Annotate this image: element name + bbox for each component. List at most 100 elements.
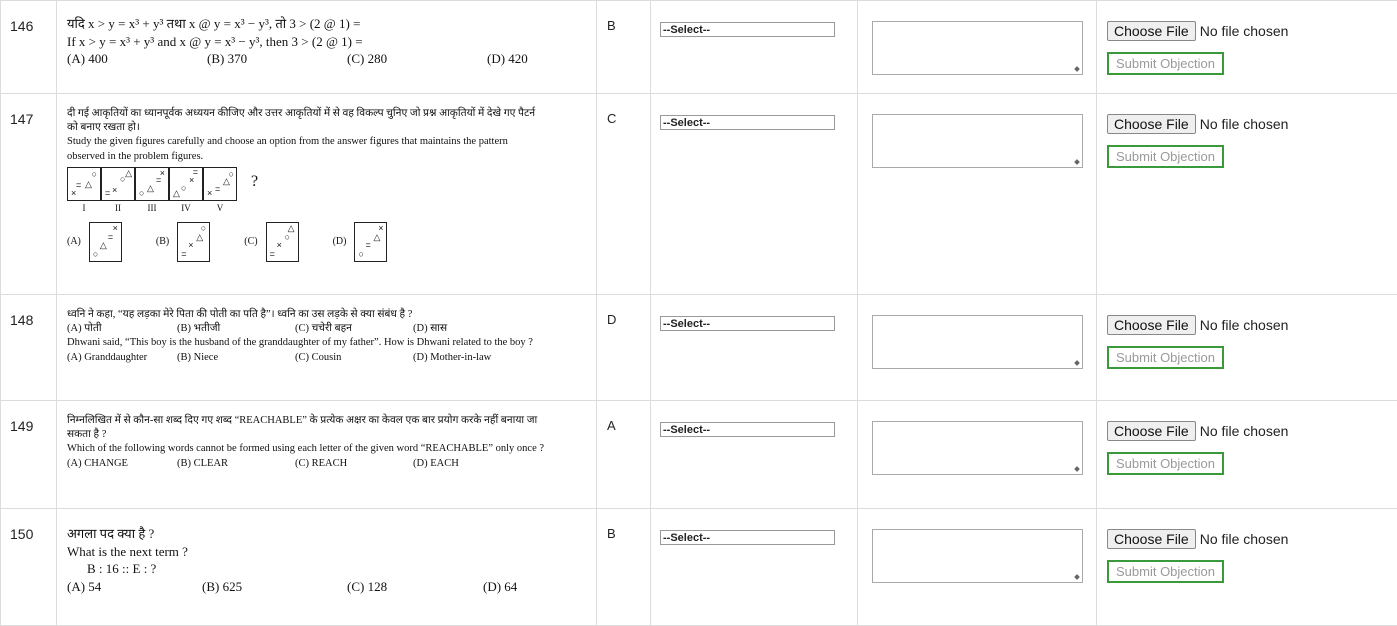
options: (A) CHANGE (B) CLEAR (C) REACH (D) EACH bbox=[67, 457, 588, 471]
file-status: No file chosen bbox=[1200, 23, 1289, 39]
option-d: (D) 420 bbox=[487, 50, 528, 68]
question-text: दी गई आकृतियों का ध्यानपूर्वक अध्ययन कीज… bbox=[57, 94, 596, 268]
choose-file-button[interactable]: Choose File bbox=[1107, 114, 1196, 134]
option-c: (C) चचेरी बहन bbox=[295, 322, 413, 336]
question-number: 146 bbox=[1, 1, 56, 34]
remark-textarea[interactable] bbox=[872, 114, 1083, 168]
problem-figure: ×=△○ bbox=[203, 167, 237, 201]
file-status: No file chosen bbox=[1200, 423, 1289, 439]
options: (A) 54 (B) 625 (C) 128 (D) 64 bbox=[67, 578, 588, 596]
question-number: 147 bbox=[1, 94, 56, 127]
answer-key: B bbox=[597, 1, 650, 33]
file-input[interactable]: Choose File No file chosen bbox=[1107, 529, 1397, 549]
choose-file-button[interactable]: Choose File bbox=[1107, 21, 1196, 41]
file-input[interactable]: Choose File No file chosen bbox=[1107, 315, 1397, 335]
problem-figures: ×=△○ =×○△ ○△=× △○×= ×=△○ ? bbox=[67, 167, 588, 201]
question-text: यदि x > y = x³ + y³ तथा x @ y = x³ − y³,… bbox=[57, 1, 596, 74]
question-english: Study the given figures carefully and ch… bbox=[67, 135, 547, 163]
option-b: (B) भतीजी bbox=[177, 322, 295, 336]
option-a: (A) Granddaughter bbox=[67, 351, 177, 365]
answer-figure: ○=△× bbox=[354, 222, 387, 262]
answer-figure: =×○△ bbox=[266, 222, 299, 262]
answer-key: D bbox=[597, 295, 650, 327]
figure-label: I bbox=[67, 202, 101, 214]
option-c: (C) Cousin bbox=[295, 351, 413, 365]
question-english: If x > y = x³ + y³ and x @ y = x³ − y³, … bbox=[67, 33, 588, 51]
option-b: (B) 625 bbox=[202, 578, 347, 596]
question-text: ध्वनि ने कहा, “यह लड़का मेरे पिता की पोत… bbox=[57, 295, 596, 371]
option-d: (D) EACH bbox=[413, 457, 459, 471]
objection-table: 146 यदि x > y = x³ + y³ तथा x @ y = x³ −… bbox=[0, 0, 1397, 626]
choose-file-button[interactable]: Choose File bbox=[1107, 315, 1196, 335]
figure-label: IV bbox=[169, 202, 203, 214]
remark-textarea[interactable] bbox=[872, 21, 1083, 75]
submit-objection-button[interactable]: Submit Objection bbox=[1107, 145, 1224, 168]
option-a: (A) CHANGE bbox=[67, 457, 177, 471]
question-hindi: अगला पद क्या है ? bbox=[67, 525, 588, 543]
figure-label: III bbox=[135, 202, 169, 214]
remark-textarea[interactable] bbox=[872, 421, 1083, 475]
option-a: (A) 400 bbox=[67, 50, 207, 68]
option-b: (B) 370 bbox=[207, 50, 347, 68]
figure-labels: I II III IV V bbox=[67, 202, 588, 214]
option-a: (A) 54 bbox=[67, 578, 202, 596]
remark-textarea[interactable] bbox=[872, 315, 1083, 369]
question-hindi: दी गई आकृतियों का ध्यानपूर्वक अध्ययन कीज… bbox=[67, 107, 547, 135]
answer-figure: =×△○ bbox=[177, 222, 210, 262]
options: (A) 400 (B) 370 (C) 280 (D) 420 bbox=[67, 50, 588, 68]
option-c: (C) 128 bbox=[347, 578, 483, 596]
question-mark: ? bbox=[251, 171, 258, 193]
question-text: अगला पद क्या है ? What is the next term … bbox=[57, 509, 596, 601]
option-b: (B) CLEAR bbox=[177, 457, 295, 471]
choose-file-button[interactable]: Choose File bbox=[1107, 421, 1196, 441]
question-hindi: ध्वनि ने कहा, “यह लड़का मेरे पिता की पोत… bbox=[67, 308, 588, 322]
resize-grip-icon[interactable] bbox=[1074, 66, 1080, 72]
option-b: (B) Niece bbox=[177, 351, 295, 365]
remark-textarea[interactable] bbox=[872, 529, 1083, 583]
answer-label: (C) bbox=[244, 235, 257, 249]
file-status: No file chosen bbox=[1200, 116, 1289, 132]
objection-select[interactable]: --Select-- bbox=[660, 422, 835, 437]
submit-objection-button[interactable]: Submit Objection bbox=[1107, 52, 1224, 75]
question-series: B : 16 :: E : ? bbox=[67, 560, 588, 578]
question-number: 148 bbox=[1, 295, 56, 328]
objection-select[interactable]: --Select-- bbox=[660, 316, 835, 331]
question-english: Dhwani said, “This boy is the husband of… bbox=[67, 336, 547, 350]
table-row: 149 निम्नलिखित में से कौन-सा शब्द दिए गए… bbox=[1, 401, 1397, 509]
question-number: 149 bbox=[1, 401, 56, 434]
resize-grip-icon[interactable] bbox=[1074, 159, 1080, 165]
choose-file-button[interactable]: Choose File bbox=[1107, 529, 1196, 549]
question-text: निम्नलिखित में से कौन-सा शब्द दिए गए शब्… bbox=[57, 401, 596, 477]
table-row: 148 ध्वनि ने कहा, “यह लड़का मेरे पिता की… bbox=[1, 295, 1397, 401]
answer-figure: ○△=× bbox=[89, 222, 122, 262]
objection-select[interactable]: --Select-- bbox=[660, 115, 835, 130]
file-input[interactable]: Choose File No file chosen bbox=[1107, 21, 1397, 41]
answer-figures: (A) ○△=× (B) =×△○ (C) =×○△ (D) ○=△× bbox=[67, 222, 588, 262]
submit-objection-button[interactable]: Submit Objection bbox=[1107, 346, 1224, 369]
table-row: 150 अगला पद क्या है ? What is the next t… bbox=[1, 509, 1397, 626]
problem-figure: ×=△○ bbox=[67, 167, 101, 201]
submit-objection-button[interactable]: Submit Objection bbox=[1107, 452, 1224, 475]
figure-label: V bbox=[203, 202, 237, 214]
answer-key: A bbox=[597, 401, 650, 433]
answer-key: B bbox=[597, 509, 650, 541]
resize-grip-icon[interactable] bbox=[1074, 360, 1080, 366]
option-d: (D) Mother-in-law bbox=[413, 351, 491, 365]
question-number: 150 bbox=[1, 509, 56, 542]
problem-figure: △○×= bbox=[169, 167, 203, 201]
resize-grip-icon[interactable] bbox=[1074, 466, 1080, 472]
objection-select[interactable]: --Select-- bbox=[660, 530, 835, 545]
figure-label: II bbox=[101, 202, 135, 214]
file-status: No file chosen bbox=[1200, 317, 1289, 333]
file-status: No file chosen bbox=[1200, 531, 1289, 547]
question-hindi: यदि x > y = x³ + y³ तथा x @ y = x³ − y³,… bbox=[67, 15, 588, 33]
file-input[interactable]: Choose File No file chosen bbox=[1107, 114, 1397, 134]
problem-figure: ○△=× bbox=[135, 167, 169, 201]
answer-label: (A) bbox=[67, 235, 81, 249]
file-input[interactable]: Choose File No file chosen bbox=[1107, 421, 1397, 441]
option-a: (A) पोती bbox=[67, 322, 177, 336]
option-c: (C) 280 bbox=[347, 50, 487, 68]
resize-grip-icon[interactable] bbox=[1074, 574, 1080, 580]
objection-select[interactable]: --Select-- bbox=[660, 22, 835, 37]
submit-objection-button[interactable]: Submit Objection bbox=[1107, 560, 1224, 583]
